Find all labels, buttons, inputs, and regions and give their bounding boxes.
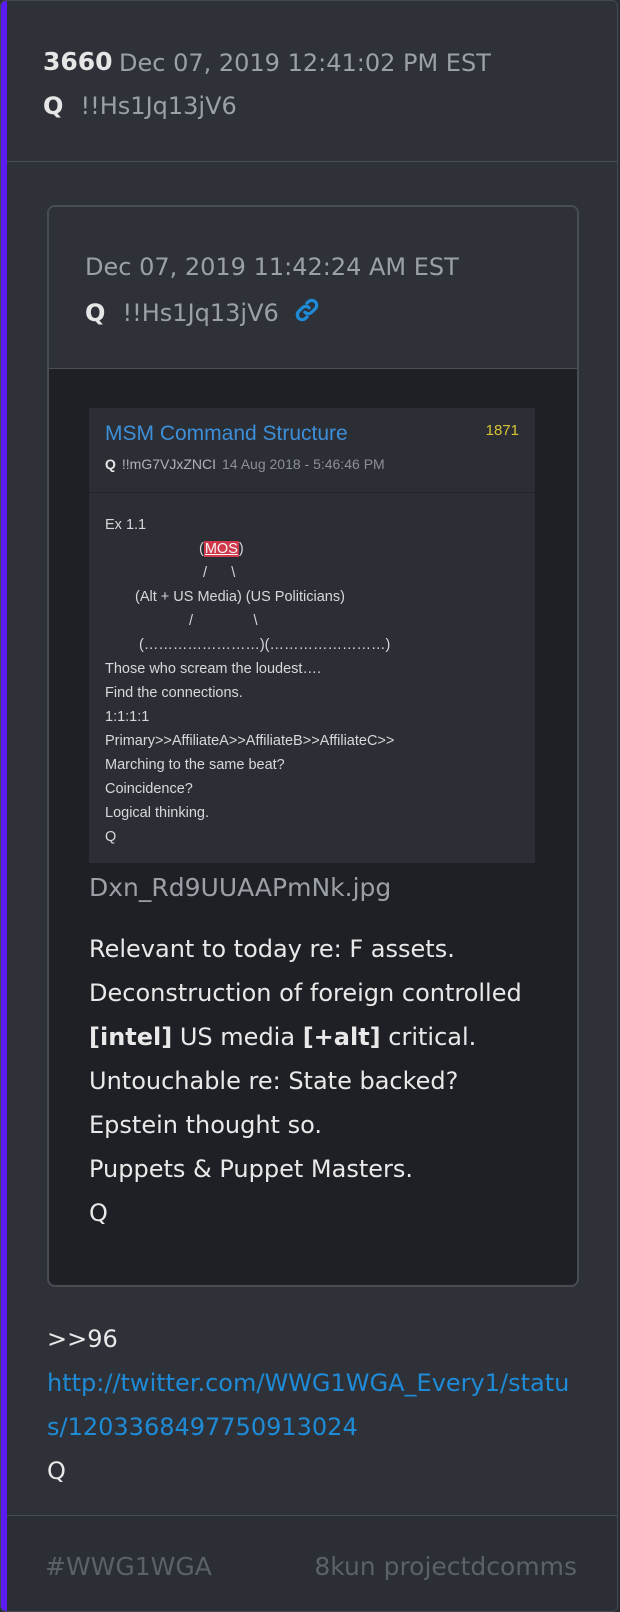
image-line: 1:1:1:1 [105,709,150,725]
board-name[interactable]: 8kun projectdcomms [314,1552,577,1581]
quoted-line: Q [89,1199,108,1227]
image-author: Q [105,456,116,472]
image-post-number: 1871 [485,422,519,439]
post-body: >>96 http://twitter.com/WWG1WGA_Every1/s… [47,1317,569,1493]
quoted-line: Puppets & Puppet Masters. [89,1155,414,1183]
quoted-line: Untouchable re: State backed? [89,1067,459,1095]
quoted-header: Dec 07, 2019 11:42:24 AM EST Q !!Hs1Jq13… [49,207,577,369]
image-line: Coincidence? [105,781,193,797]
hashtag[interactable]: #WWG1WGA [45,1552,212,1581]
quoted-author-name: Q [85,299,106,327]
quoted-line: Epstein thought so. [89,1111,322,1139]
image-title: MSM Command Structure [105,422,348,445]
image-text: Ex 1.1 (MOS) / \ (Alt + US Media) (US Po… [105,513,394,849]
image-line: Logical thinking. [105,805,209,821]
image-line: / \ [203,565,236,581]
post-number: 3660 [43,47,113,76]
image-meta: Q !!mG7VJxZNCI 14 Aug 2018 - 5:46:46 PM [105,456,385,472]
image-line: (MOS) [199,541,244,557]
post-reference[interactable]: >>96 [47,1317,569,1361]
quoted-author: Q !!Hs1Jq13jV6 [85,297,320,327]
post-header: 3660 Dec 07, 2019 12:41:02 PM EST Q !!Hs… [7,1,617,162]
quoted-line: [intel] US media [+alt] critical. [89,1023,477,1051]
quoted-line: Relevant to today re: F assets. [89,935,455,963]
image-line: (……………………)(……………………) [139,637,391,653]
quoted-text: Relevant to today re: F assets. Deconstr… [89,927,522,1235]
image-line: / \ [189,613,258,629]
image-line: Those who scream the loudest…. [105,661,321,677]
post-author: Q !!Hs1Jq13jV6 [43,92,237,120]
quoted-image[interactable]: MSM Command Structure 1871 Q !!mG7VJxZNCI… [89,408,535,863]
image-line: Find the connections. [105,685,243,701]
post-signature: Q [47,1457,66,1485]
quoted-date: Dec 07, 2019 11:42:24 AM EST [85,253,459,281]
image-line: Q [105,829,117,845]
image-filename[interactable]: Dxn_Rd9UUAAPmNk.jpg [89,873,391,902]
image-tripcode: !!mG7VJxZNCI [121,456,217,472]
post-footer: #WWG1WGA 8kun projectdcomms [7,1515,617,1611]
image-date: 14 Aug 2018 - 5:46:46 PM [222,456,385,472]
quoted-line: Deconstruction of foreign controlled [89,979,522,1007]
post-date: Dec 07, 2019 12:41:02 PM EST [119,49,491,77]
post-card: 3660 Dec 07, 2019 12:41:02 PM EST Q !!Hs… [0,0,618,1612]
twitter-link[interactable]: http://twitter.com/WWG1WGA_Every1/statu … [47,1361,569,1449]
accent-bar [1,1,7,1611]
image-line: (Alt + US Media) (US Politicians) [135,589,345,605]
author-tripcode: !!Hs1Jq13jV6 [80,92,237,120]
mos-highlight: MOS [203,541,239,557]
image-line: Marching to the same beat? [105,757,285,773]
link-icon[interactable] [294,297,320,327]
image-line: Primary>>AffiliateA>>AffiliateB>>Affilia… [105,733,395,749]
author-name: Q [43,92,64,120]
image-line: Ex 1.1 [105,517,147,533]
quoted-post: Dec 07, 2019 11:42:24 AM EST Q !!Hs1Jq13… [47,205,579,1287]
image-divider [89,492,535,493]
quoted-tripcode: !!Hs1Jq13jV6 [122,299,279,327]
